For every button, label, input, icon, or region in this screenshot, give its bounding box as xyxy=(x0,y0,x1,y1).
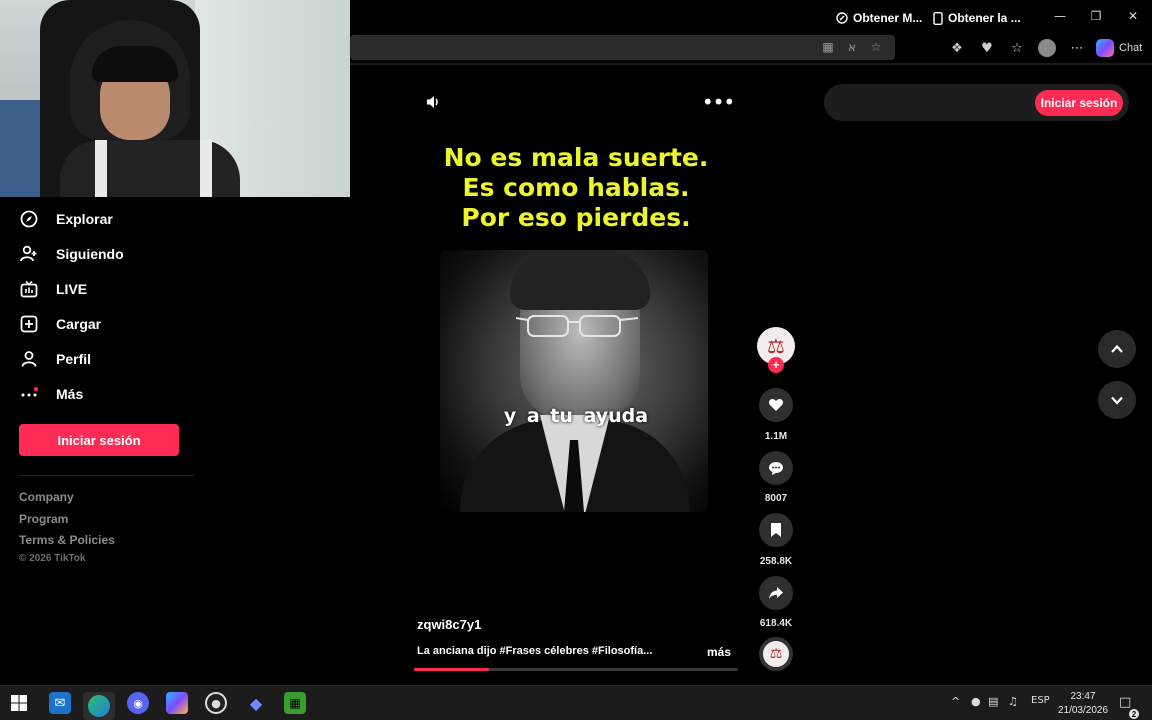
tray-chevron-up-icon[interactable]: ^ xyxy=(951,695,960,708)
video-progress-fill xyxy=(414,668,489,671)
copyright-text: © 2026 TikTok xyxy=(19,553,86,564)
upload-plus-icon xyxy=(19,314,39,334)
live-tv-icon xyxy=(19,279,39,299)
obs-icon[interactable]: ● xyxy=(205,692,227,714)
webcam-overlay xyxy=(0,0,350,197)
favorite-star-icon[interactable]: ☆ xyxy=(869,40,883,54)
music-disc-icon[interactable]: ⚖ xyxy=(759,637,793,671)
sidebar-item-mas[interactable]: Más xyxy=(19,382,83,406)
phone-icon xyxy=(933,11,943,25)
copilot-icon xyxy=(1096,39,1114,57)
edge-icon[interactable] xyxy=(88,695,110,717)
clock-time: 23:47 xyxy=(1070,691,1096,702)
get-app-link[interactable]: Obtener M... xyxy=(836,11,922,25)
sidebar: Explorar Siguiendo LIVE Cargar Perfil Má… xyxy=(0,197,200,685)
favorites-icon[interactable]: ☆ xyxy=(1006,37,1028,59)
video-subtitle: y a tu ayuda xyxy=(503,405,649,427)
comment-count: 8007 xyxy=(764,493,788,504)
app-available-icon[interactable]: ▦ xyxy=(821,40,835,54)
get-mobile-app-link[interactable]: Obtener la ... xyxy=(933,11,1021,25)
minimize-icon[interactable]: — xyxy=(1042,0,1078,32)
like-count: 1.1M xyxy=(764,431,788,442)
comment-icon xyxy=(769,462,783,475)
browser-toolbar-icons: ❖ ♥ ☆ ⋯ Chat xyxy=(946,37,1142,59)
video-progress-bar[interactable] xyxy=(414,668,738,671)
speaker-icon[interactable]: ♫ xyxy=(1008,695,1018,708)
close-icon[interactable]: ✕ xyxy=(1115,0,1151,32)
save-button[interactable] xyxy=(759,513,793,547)
compass-icon xyxy=(19,209,39,229)
outlook-icon[interactable]: ✉ xyxy=(49,692,71,714)
heart-icon xyxy=(768,399,784,411)
sidebar-login-button[interactable]: Iniciar sesión xyxy=(19,424,179,456)
settings-more-icon[interactable]: ⋯ xyxy=(1066,37,1088,59)
sidebar-item-perfil[interactable]: Perfil xyxy=(19,347,91,371)
follow-plus-icon[interactable]: + xyxy=(768,357,784,373)
language-indicator[interactable]: ESP xyxy=(1031,695,1050,706)
microphone-icon[interactable]: ● xyxy=(971,695,981,708)
sidebar-item-label: Más xyxy=(56,386,84,402)
divider xyxy=(19,475,194,476)
sidebar-item-cargar[interactable]: Cargar xyxy=(19,312,101,336)
share-count: 618.4K xyxy=(759,618,793,629)
minecraft-icon[interactable]: ▦ xyxy=(284,692,306,714)
user-follow-icon xyxy=(19,244,39,264)
header-login-button[interactable]: Iniciar sesión xyxy=(1035,90,1123,116)
sidebar-item-siguiendo[interactable]: Siguiendo xyxy=(19,242,124,266)
discord-icon[interactable]: ◉ xyxy=(127,692,149,714)
copilot-taskbar-icon[interactable] xyxy=(166,692,188,714)
taskbar-clock[interactable]: 23:47 21/03/2026 xyxy=(1055,690,1111,718)
footer-link-terms[interactable]: Terms & Policies xyxy=(19,533,115,547)
previous-video-button[interactable] xyxy=(1098,330,1136,368)
more-dots-icon xyxy=(19,384,39,404)
caption-line: Por eso pierdes. xyxy=(461,203,691,232)
sidebar-item-label: Cargar xyxy=(56,316,102,332)
next-video-button[interactable] xyxy=(1098,381,1136,419)
video-caption: No es mala suerte. Es como hablas. Por e… xyxy=(412,143,740,233)
video-author-username[interactable]: zqwi8c7y1 xyxy=(417,617,481,632)
sidebar-item-explorar[interactable]: Explorar xyxy=(19,207,113,231)
vpn-icon[interactable]: ◆ xyxy=(245,692,267,714)
notifications-icon[interactable]: □ xyxy=(1119,695,1131,710)
footer-link-company[interactable]: Company xyxy=(19,490,74,504)
caption-line: No es mala suerte. xyxy=(443,143,709,172)
comment-button[interactable] xyxy=(759,451,793,485)
address-bar[interactable]: ▦ א ☆ xyxy=(350,35,895,60)
translate-icon[interactable]: א xyxy=(845,40,859,54)
bookmark-icon xyxy=(771,523,781,537)
description-more-button[interactable]: más xyxy=(707,645,731,659)
chevron-up-icon xyxy=(1111,344,1123,353)
share-arrow-icon xyxy=(769,587,783,599)
user-icon xyxy=(19,349,39,369)
sidebar-item-label: Perfil xyxy=(56,351,92,367)
video-more-icon[interactable]: ••• xyxy=(702,90,735,114)
share-button[interactable] xyxy=(759,576,793,610)
windows-start-icon[interactable] xyxy=(8,692,30,714)
chevron-down-icon xyxy=(1111,396,1123,405)
browser-essentials-icon[interactable]: ♥ xyxy=(976,37,998,59)
sidebar-item-label: Siguiendo xyxy=(56,246,124,262)
like-button[interactable] xyxy=(759,388,793,422)
sidebar-item-label: LIVE xyxy=(56,281,88,297)
app-icon xyxy=(836,12,848,24)
sidebar-item-label: Explorar xyxy=(56,211,113,227)
caption-line: Es como hablas. xyxy=(462,173,690,202)
notification-count-badge: 2 xyxy=(1129,709,1139,719)
clock-date: 21/03/2026 xyxy=(1057,705,1109,716)
copilot-button[interactable]: Chat xyxy=(1096,39,1142,57)
restore-icon[interactable]: ❐ xyxy=(1078,0,1114,32)
extensions-icon[interactable]: ❖ xyxy=(946,37,968,59)
sidebar-item-live[interactable]: LIVE xyxy=(19,277,87,301)
video-frame-image xyxy=(440,250,708,512)
video-description: La anciana dijo #Frases célebres #Filoso… xyxy=(417,645,653,657)
network-icon[interactable]: ▤ xyxy=(988,695,998,708)
footer-link-program[interactable]: Program xyxy=(19,512,68,526)
volume-icon[interactable] xyxy=(422,91,444,113)
save-count: 258.8K xyxy=(759,556,793,567)
profile-icon[interactable] xyxy=(1036,37,1058,59)
